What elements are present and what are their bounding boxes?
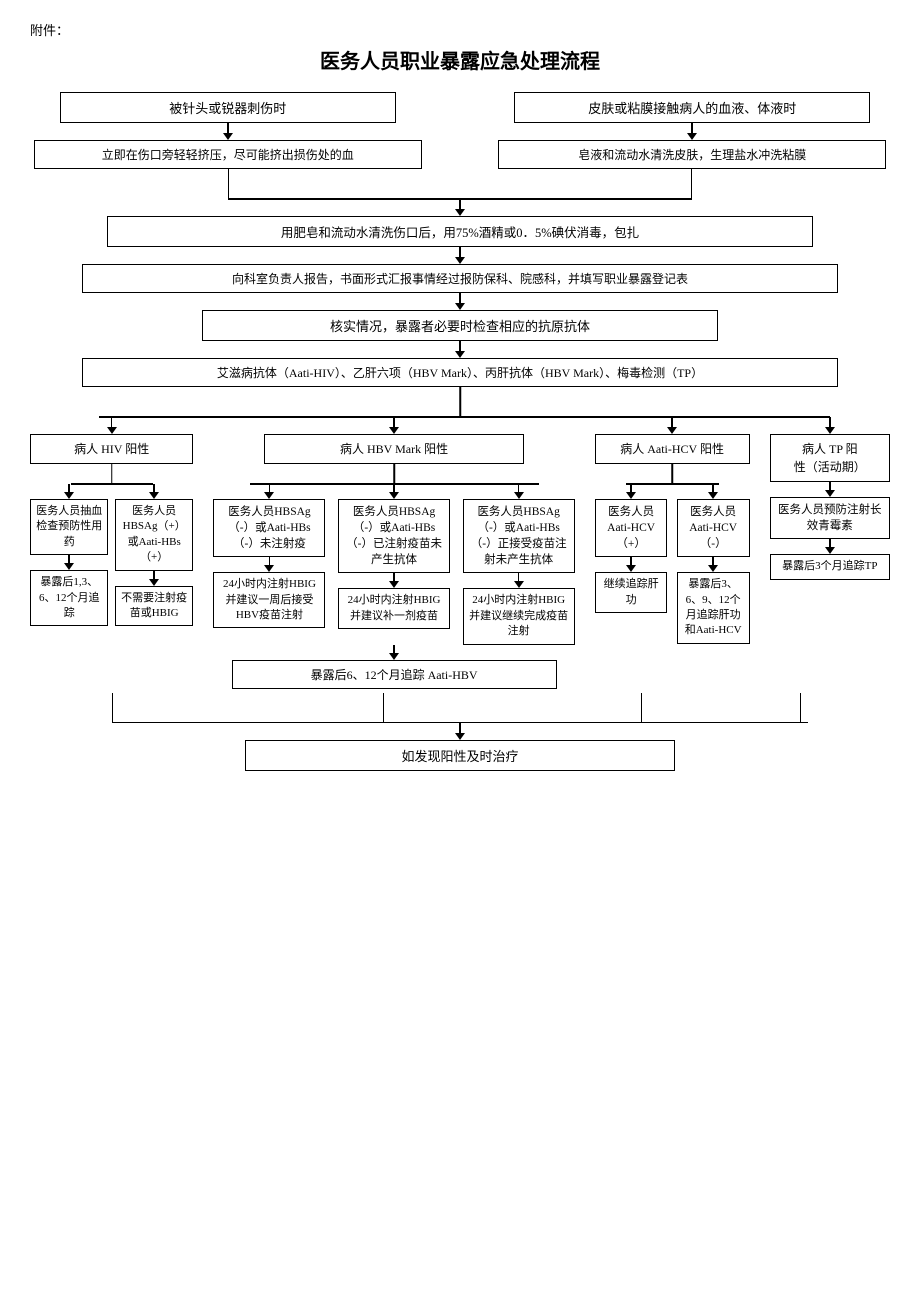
cat3-box: 病人 Aati-HCV 阳性 [595,434,750,464]
hiv-sub2-result: 不需要注射疫苗或HBIG [115,586,193,627]
hcv-sub1-result: 继续追踪肝功 [595,572,668,613]
step2-box: 用肥皂和流动水清洗伤口后，用75%酒精或0．5%碘伏消毒，包扎 [107,216,812,247]
hbv-common-box: 暴露后6、12个月追踪 Aati-HBV [232,660,557,689]
step3-box: 向科室负责人报告，书面形式汇报事情经过报防保科、院感科，并填写职业暴露登记表 [82,264,839,293]
tp-sub1-result: 暴露后3个月追踪TP [770,554,890,579]
hcv-sub2-result: 暴露后3、6、9、12个月追踪肝功和Aati-HCV [677,572,750,644]
cat1-box: 病人 HIV 阳性 [30,434,193,464]
hbv-sub3-box: 医务人员HBSAg（-）或Aati-HBs（-）正接受疫苗注射未产生抗体 [463,499,575,573]
step5-box: 艾滋病抗体（Aati-HIV）、乙肝六项（HBV Mark）、丙肝抗体（HBV … [82,358,839,387]
cat2-box: 病人 HBV Mark 阳性 [264,434,524,464]
cat4-box: 病人 TP 阳 性（活动期） [770,434,890,482]
hcv-sub2-box: 医务人员Aati-HCV（-） [677,499,750,557]
hbv-sub2-box: 医务人员HBSAg（-）或Aati-HBs（-）已注射疫苗未产生抗体 [338,499,450,573]
hiv-sub2-box: 医务人员HBSAg（+）或Aati-HBs（+） [115,499,193,571]
start-box-1: 被针头或锐器刺伤时 [60,92,396,123]
hcv-sub1-box: 医务人员Aati-HCV（+） [595,499,668,557]
final-box: 如发现阳性及时治疗 [245,740,675,771]
tp-sub1-box: 医务人员预防注射长效青霉素 [770,497,890,539]
hbv-sub3-result: 24小时内注射HBIG并建议继续完成疫苗注射 [463,588,575,644]
main-title: 医务人员职业暴露应急处理流程 [30,45,890,74]
start-box-2: 皮肤或粘膜接触病人的血液、体液时 [514,92,870,123]
hbv-sub1-box: 医务人员HBSAg（-）或Aati-HBs（-）未注射疫 [213,499,325,557]
step4-box: 核实情况，暴露者必要时检查相应的抗原抗体 [202,310,718,341]
hiv-sub1-box: 医务人员抽血检查预防性用药 [30,499,108,555]
step1-right-box: 皂液和流动水清洗皮肤，生理盐水冲洗粘膜 [498,140,886,169]
hbv-sub1-result: 24小时内注射HBIG 并建议一周后接受HBV疫苗注射 [213,572,325,628]
hbv-sub2-result: 24小时内注射HBIG并建议补一剂疫苗 [338,588,450,629]
attachment-label: 附件： [30,20,890,39]
step1-left-box: 立即在伤口旁轻轻挤压，尽可能挤出损伤处的血 [34,140,422,169]
hiv-sub1-result: 暴露后1,3、6、12个月追踪 [30,570,108,626]
